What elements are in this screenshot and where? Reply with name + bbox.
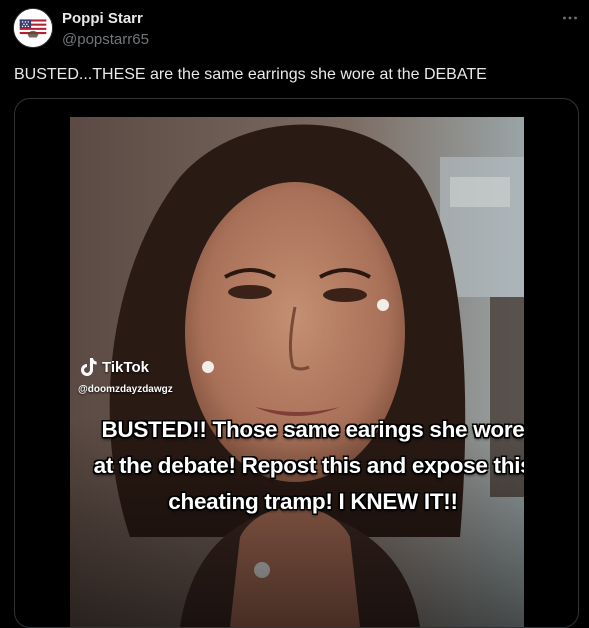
video-player[interactable]: TikTok @doomzdayzdawgz BUSTED!! Those sa… <box>70 117 524 627</box>
tweet: Poppi Starr @popstarr65 BUSTED...THESE a… <box>0 0 589 628</box>
tiktok-brand-label: TikTok <box>102 358 149 376</box>
tiktok-logo-icon <box>81 358 97 376</box>
author-name[interactable]: Poppi Starr <box>62 10 143 27</box>
more-options-button[interactable] <box>558 8 582 28</box>
media-card[interactable]: TikTok @doomzdayzdawgz BUSTED!! Those sa… <box>14 98 579 628</box>
tiktok-watermark: TikTok <box>80 357 149 377</box>
more-options-icon <box>563 16 577 20</box>
us-flag-avatar-icon <box>14 9 52 47</box>
tweet-text: BUSTED...THESE are the same earrings she… <box>14 66 487 83</box>
author-handle[interactable]: @popstarr65 <box>62 31 149 48</box>
video-caption: BUSTED!! Those same earings she wore at … <box>93 417 524 514</box>
tiktok-username: @doomzdayzdawgz <box>78 384 173 395</box>
author-avatar[interactable] <box>13 8 53 48</box>
